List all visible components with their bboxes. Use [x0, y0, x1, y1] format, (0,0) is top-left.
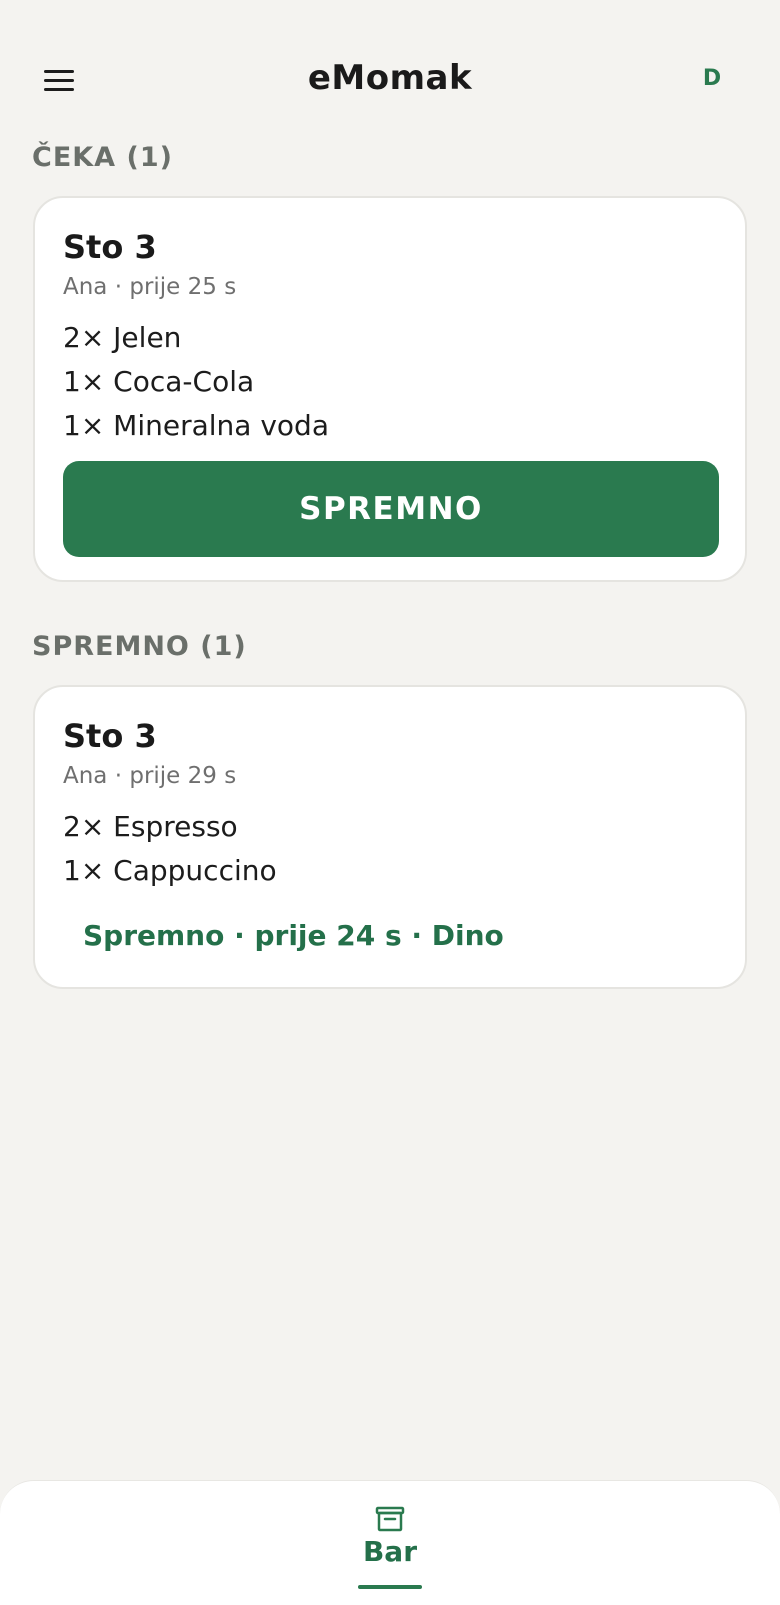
order-meta: Ana · prije 29 s: [63, 763, 237, 789]
section-title-waiting: ČEKA (1): [32, 142, 173, 173]
order-table: Sto 3: [63, 228, 157, 266]
bar-tray-icon: [375, 1506, 405, 1532]
order-table: Sto 3: [63, 717, 157, 755]
nav-label: Bar: [362, 1535, 418, 1568]
order-card-waiting: Sto 3 Ana · prije 25 s 2× Jelen 1× Coca-…: [33, 196, 747, 582]
ready-status-text: Spremno · prije 24 s · Dino: [83, 919, 504, 952]
order-meta: Ana · prije 25 s: [63, 274, 237, 300]
app-title: eMomak: [307, 58, 473, 98]
mark-ready-button[interactable]: SPREMNO: [63, 461, 719, 557]
bottom-navigation: Bar: [0, 1480, 780, 1605]
order-item: 2× Espresso: [63, 810, 238, 843]
order-item: 1× Mineralna voda: [63, 409, 329, 442]
order-item: 2× Jelen: [63, 321, 182, 354]
order-card-ready: Sto 3 Ana · prije 29 s 2× Espresso 1× Ca…: [33, 685, 747, 989]
order-items-list: 2× Jelen 1× Coca-Cola 1× Mineralna voda: [63, 316, 329, 448]
active-tab-indicator: [358, 1585, 422, 1589]
order-item: 1× Coca-Cola: [63, 365, 255, 398]
order-items-list: 2× Espresso 1× Cappuccino: [63, 805, 277, 893]
section-title-ready: SPREMNO (1): [32, 631, 247, 662]
top-bar: eMomak D: [0, 40, 780, 120]
nav-item-bar[interactable]: Bar: [340, 1505, 440, 1605]
order-item: 1× Cappuccino: [63, 854, 277, 887]
user-avatar[interactable]: D: [696, 66, 728, 96]
